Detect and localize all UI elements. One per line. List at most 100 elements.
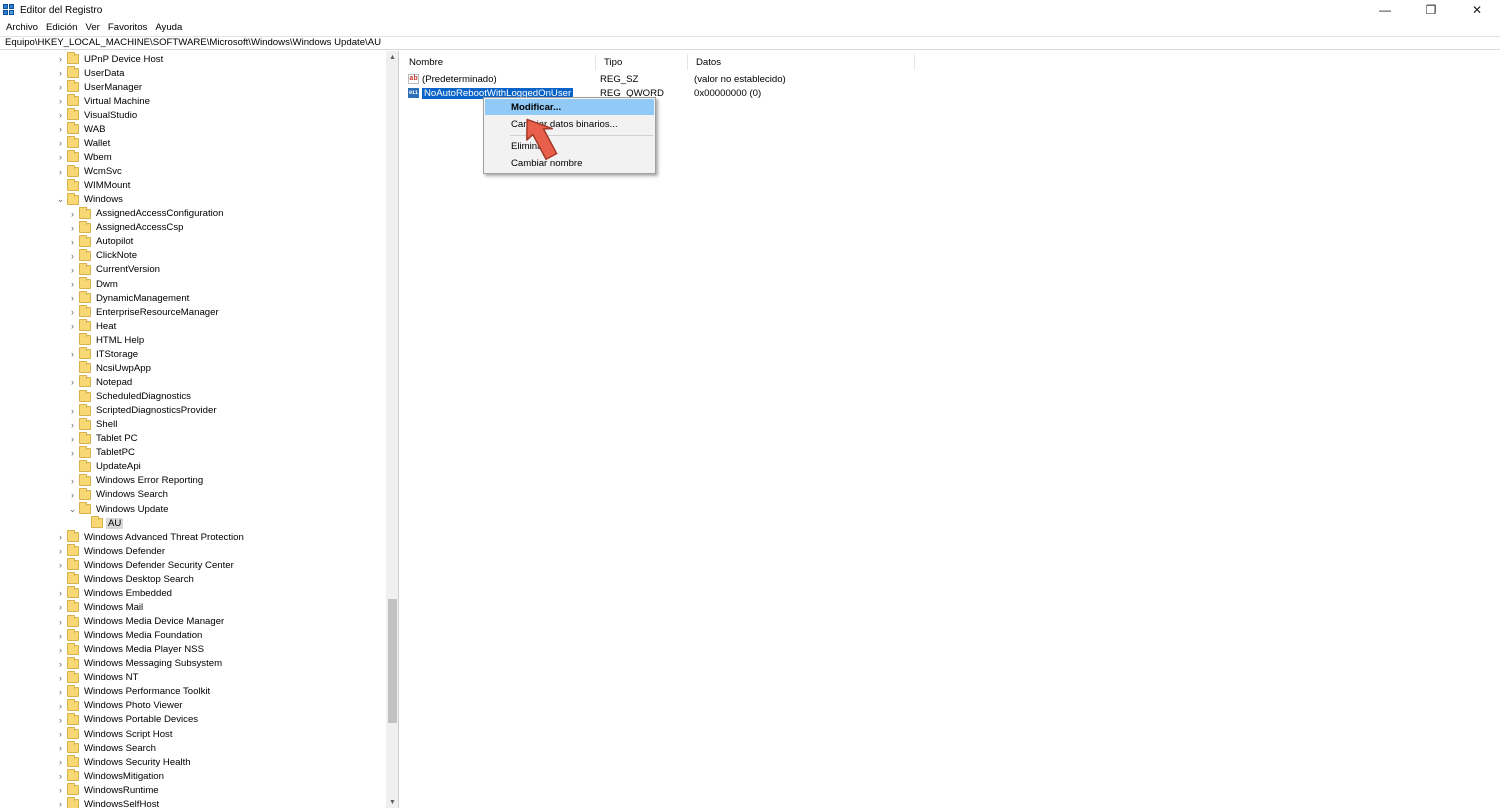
- menu-item-modify[interactable]: Modificar...: [485, 99, 654, 115]
- tree-node[interactable]: › Shell: [0, 417, 386, 432]
- tree-node[interactable]: › AssignedAccessConfiguration: [0, 206, 386, 221]
- tree-node[interactable]: › Windows Script Host: [0, 727, 386, 741]
- tree-node[interactable]: › Windows Embedded: [0, 586, 386, 600]
- menu-item-modify-binary[interactable]: Cambiar datos binarios...: [485, 116, 654, 132]
- menu-edicion[interactable]: Edición: [46, 22, 77, 33]
- chevron-right-icon[interactable]: ›: [56, 686, 65, 698]
- tree-node[interactable]: › Windows NT: [0, 670, 386, 685]
- chevron-right-icon[interactable]: ›: [56, 95, 65, 107]
- chevron-right-icon[interactable]: ›: [56, 559, 65, 571]
- chevron-right-icon[interactable]: ›: [68, 236, 77, 248]
- tree-node[interactable]: › Windows Mail: [0, 600, 386, 614]
- tree-node[interactable]: › WindowsRuntime: [0, 783, 386, 797]
- tree-node[interactable]: › Windows Defender: [0, 544, 386, 558]
- column-header-data[interactable]: Datos: [688, 54, 915, 70]
- tree-node[interactable]: › Windows Advanced Threat Protection: [0, 530, 386, 544]
- value-row[interactable]: ab (Predeterminado) REG_SZ (valor no est…: [401, 72, 1500, 86]
- tree-node[interactable]: › WindowsMitigation: [0, 769, 386, 783]
- tree-node[interactable]: › Windows Media Foundation: [0, 628, 386, 643]
- tree-node[interactable]: › UserManager: [0, 80, 386, 94]
- scroll-down-icon[interactable]: ▼: [386, 796, 398, 808]
- chevron-right-icon[interactable]: ›: [56, 644, 65, 656]
- chevron-right-icon[interactable]: ›: [56, 53, 65, 65]
- tree-node[interactable]: ScheduledDiagnostics: [0, 389, 386, 404]
- tree-node[interactable]: › Windows Search: [0, 741, 386, 755]
- chevron-right-icon[interactable]: ›: [68, 264, 77, 276]
- chevron-right-icon[interactable]: ›: [56, 123, 65, 135]
- chevron-right-icon[interactable]: ›: [56, 587, 65, 599]
- tree-node[interactable]: UpdateApi: [0, 459, 386, 474]
- chevron-right-icon[interactable]: ›: [68, 419, 77, 431]
- tree-node[interactable]: › Windows Performance Toolkit: [0, 684, 386, 699]
- tree-node[interactable]: › Heat: [0, 319, 386, 333]
- chevron-right-icon[interactable]: ›: [56, 700, 65, 712]
- close-button[interactable]: ✕: [1454, 0, 1500, 20]
- tree-node[interactable]: › Windows Portable Devices: [0, 712, 386, 727]
- chevron-right-icon[interactable]: ›: [56, 601, 65, 613]
- menu-ayuda[interactable]: Ayuda: [155, 22, 182, 33]
- tree-node[interactable]: › WindowsSelfHost: [0, 797, 386, 808]
- chevron-right-icon[interactable]: ›: [68, 475, 77, 487]
- menu-favoritos[interactable]: Favoritos: [108, 22, 147, 33]
- tree-node[interactable]: Windows Desktop Search: [0, 572, 386, 586]
- tree-node[interactable]: WIMMount: [0, 178, 386, 193]
- chevron-right-icon[interactable]: ›: [56, 166, 65, 178]
- tree-node[interactable]: ⌄ Windows Update: [0, 502, 386, 516]
- chevron-right-icon[interactable]: ›: [68, 278, 77, 290]
- tree-node[interactable]: HTML Help: [0, 333, 386, 347]
- tree-node[interactable]: › Wallet: [0, 136, 386, 150]
- chevron-right-icon[interactable]: ›: [56, 531, 65, 543]
- menu-archivo[interactable]: Archivo: [6, 22, 38, 33]
- tree-node[interactable]: › UPnP Device Host: [0, 52, 386, 66]
- minimize-button[interactable]: —: [1362, 0, 1408, 20]
- chevron-right-icon[interactable]: ›: [68, 306, 77, 318]
- menu-item-delete[interactable]: Eliminar: [485, 138, 654, 154]
- tree-node[interactable]: › DynamicManagement: [0, 291, 386, 305]
- chevron-right-icon[interactable]: ›: [68, 222, 77, 234]
- tree-node[interactable]: › AssignedAccessCsp: [0, 220, 386, 235]
- tree-node[interactable]: › UserData: [0, 66, 386, 80]
- chevron-right-icon[interactable]: ›: [56, 742, 65, 754]
- chevron-right-icon[interactable]: ›: [68, 433, 77, 445]
- tree-node[interactable]: › Windows Search: [0, 487, 386, 502]
- tree-node[interactable]: › ScriptedDiagnosticsProvider: [0, 403, 386, 418]
- chevron-right-icon[interactable]: ›: [56, 616, 65, 628]
- chevron-right-icon[interactable]: ›: [68, 320, 77, 332]
- tree-node[interactable]: › Virtual Machine: [0, 94, 386, 108]
- chevron-right-icon[interactable]: ›: [68, 447, 77, 459]
- tree-node[interactable]: AU: [0, 516, 386, 530]
- chevron-right-icon[interactable]: ›: [68, 292, 77, 304]
- tree-node[interactable]: › Wbem: [0, 150, 386, 164]
- tree-node[interactable]: › ITStorage: [0, 347, 386, 361]
- chevron-right-icon[interactable]: ›: [56, 109, 65, 121]
- tree-node[interactable]: › Windows Media Device Manager: [0, 614, 386, 629]
- tree-node[interactable]: › Windows Error Reporting: [0, 473, 386, 488]
- column-header-name[interactable]: Nombre: [401, 54, 596, 70]
- scroll-up-icon[interactable]: ▲: [386, 51, 398, 63]
- tree-node[interactable]: › WAB: [0, 122, 386, 136]
- scrollbar-thumb[interactable]: [388, 599, 397, 723]
- chevron-down-icon[interactable]: ⌄: [56, 194, 65, 206]
- tree-node[interactable]: › Windows Defender Security Center: [0, 558, 386, 572]
- tree-node[interactable]: › EnterpriseResourceManager: [0, 305, 386, 319]
- chevron-right-icon[interactable]: ›: [56, 714, 65, 726]
- tree-node[interactable]: › Windows Photo Viewer: [0, 698, 386, 713]
- tree-node[interactable]: › Tablet PC: [0, 431, 386, 446]
- menu-ver[interactable]: Ver: [85, 22, 99, 33]
- chevron-right-icon[interactable]: ›: [56, 658, 65, 670]
- chevron-right-icon[interactable]: ›: [56, 545, 65, 557]
- restore-button[interactable]: ❐: [1408, 0, 1454, 20]
- chevron-right-icon[interactable]: ›: [68, 376, 77, 388]
- tree-node[interactable]: › TabletPC: [0, 445, 386, 460]
- chevron-right-icon[interactable]: ›: [56, 151, 65, 163]
- chevron-right-icon[interactable]: ›: [56, 770, 65, 782]
- address-bar[interactable]: Equipo\HKEY_LOCAL_MACHINE\SOFTWARE\Micro…: [0, 36, 1500, 50]
- tree-node[interactable]: › Autopilot: [0, 234, 386, 249]
- tree-node[interactable]: › ClickNote: [0, 248, 386, 263]
- chevron-right-icon[interactable]: ›: [56, 784, 65, 796]
- chevron-down-icon[interactable]: ⌄: [68, 503, 77, 515]
- chevron-right-icon[interactable]: ›: [68, 348, 77, 360]
- tree-node[interactable]: › Dwm: [0, 277, 386, 291]
- chevron-right-icon[interactable]: ›: [68, 250, 77, 262]
- tree-node[interactable]: › Windows Messaging Subsystem: [0, 656, 386, 671]
